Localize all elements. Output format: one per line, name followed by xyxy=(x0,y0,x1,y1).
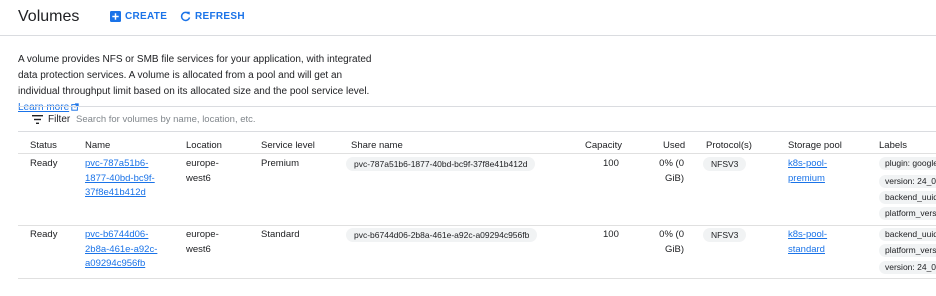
refresh-label: REFRESH xyxy=(195,11,245,22)
location-line: europe- xyxy=(186,229,219,240)
page-header: Volumes CREATE REFRESH xyxy=(0,0,936,36)
column-header-protocols[interactable]: Protocol(s) xyxy=(706,140,752,151)
storage-pool-line: k8s-pool- xyxy=(788,158,828,169)
used-line: GiB) xyxy=(665,243,684,255)
storage-pool-line: standard xyxy=(788,243,825,255)
used-text: 0% (0 GiB) xyxy=(630,157,684,186)
volume-name-line: 1877-40bd-bc9f- xyxy=(85,172,155,184)
location-text: europe- west6 xyxy=(186,157,219,186)
status-text: Ready xyxy=(30,229,58,240)
service-level-text: Premium xyxy=(261,158,300,169)
used-line: GiB) xyxy=(665,172,684,184)
service-level-text: Standard xyxy=(261,229,300,240)
label-chip: plugin: google xyxy=(879,157,936,170)
volume-name-line: 37f8e41b412d xyxy=(85,187,146,198)
protocol-chip: NFSV3 xyxy=(703,157,747,171)
label-chip: version: 24_0 xyxy=(879,261,936,274)
volume-name-line: a09294c956fb xyxy=(85,258,146,269)
add-box-icon xyxy=(110,11,121,22)
filter-label: Filter xyxy=(48,114,71,125)
search-input[interactable] xyxy=(76,111,376,128)
column-header-service-level[interactable]: Service level xyxy=(261,140,315,151)
volume-name-link[interactable]: pvc-b6744d06- 2b8a-461e-a92c- a09294c956… xyxy=(85,228,157,272)
location-line: europe- xyxy=(186,158,219,169)
capacity-text: 100 xyxy=(603,229,619,240)
volume-name-line: pvc-787a51b6- xyxy=(85,158,149,169)
row-divider xyxy=(18,225,936,226)
used-text: 0% (0 GiB) xyxy=(630,228,684,257)
filter-icon[interactable] xyxy=(32,115,43,124)
label-chip: version: 24_0 xyxy=(879,175,936,188)
location-text: europe- west6 xyxy=(186,228,219,257)
label-chip: platform_vers xyxy=(879,207,936,220)
description-text: A volume provides NFS or SMB file servic… xyxy=(18,54,372,97)
location-line: west6 xyxy=(186,243,211,255)
storage-pool-link[interactable]: k8s-pool- standard xyxy=(788,228,827,257)
volume-name-line: pvc-b6744d06- xyxy=(85,229,149,240)
volume-name-link[interactable]: pvc-787a51b6- 1877-40bd-bc9f- 37f8e41b41… xyxy=(85,157,155,201)
create-button[interactable]: CREATE xyxy=(110,11,167,22)
column-header-share-name[interactable]: Share name xyxy=(351,140,403,151)
storage-pool-link[interactable]: k8s-pool- premium xyxy=(788,157,827,186)
row-divider xyxy=(18,278,936,279)
label-chip: platform_vers xyxy=(879,244,936,257)
column-header-storage-pool[interactable]: Storage pool xyxy=(788,140,842,151)
status-text: Ready xyxy=(30,158,58,169)
header-divider xyxy=(18,153,936,154)
refresh-button[interactable]: REFRESH xyxy=(180,11,245,22)
protocol-chip: NFSV3 xyxy=(703,228,747,242)
used-line: 0% (0 xyxy=(659,229,684,240)
column-header-name[interactable]: Name xyxy=(85,140,110,151)
share-name-chip: pvc-787a51b6-1877-40bd-bc9f-37f8e41b412d xyxy=(346,157,536,171)
column-header-used[interactable]: Used xyxy=(663,140,685,151)
label-chip: backend_uuid xyxy=(879,191,936,204)
used-line: 0% (0 xyxy=(659,158,684,169)
share-name-chip: pvc-b6744d06-2b8a-461e-a92c-a09294c956fb xyxy=(346,228,538,242)
column-header-labels[interactable]: Labels xyxy=(879,140,907,151)
page-title: Volumes xyxy=(18,8,80,25)
column-header-status[interactable]: Status xyxy=(30,140,57,151)
location-line: west6 xyxy=(186,172,211,184)
column-header-location[interactable]: Location xyxy=(186,140,222,151)
storage-pool-line: premium xyxy=(788,172,825,184)
create-label: CREATE xyxy=(125,11,168,22)
storage-pool-line: k8s-pool- xyxy=(788,229,828,240)
volume-name-line: 2b8a-461e-a92c- xyxy=(85,243,158,255)
capacity-text: 100 xyxy=(603,158,619,169)
refresh-icon xyxy=(180,11,191,22)
label-chip: backend_uuid xyxy=(879,228,936,241)
column-header-capacity[interactable]: Capacity xyxy=(585,140,622,151)
filter-bar: Filter xyxy=(18,106,936,132)
